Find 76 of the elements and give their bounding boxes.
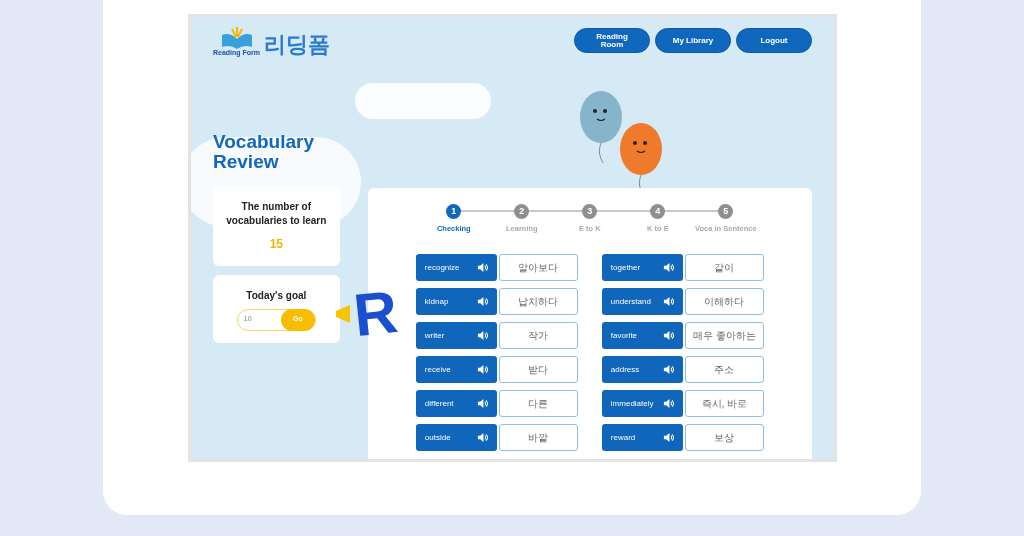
word-text: kidnap [424,295,449,308]
step-number: 4 [650,204,666,219]
word-text: address [610,363,640,376]
logo-title: 리딩폼 [264,34,331,56]
step-number: 2 [514,204,530,219]
meaning-card[interactable]: 즉시, 바로 [684,390,764,418]
word-card[interactable]: recognize [415,254,497,282]
word-text: outside [424,431,451,444]
nav-button[interactable]: Logout [736,28,812,53]
meaning-card[interactable]: 다른 [498,390,578,418]
meaning-card[interactable]: 같이 [684,254,764,282]
word-card[interactable]: writer [415,322,497,350]
speaker-icon[interactable] [476,330,488,342]
word-text: favorite [610,329,638,342]
word-card[interactable]: address [601,356,683,384]
word-card[interactable]: kidnap [415,288,497,316]
word-card[interactable]: immediately [601,390,683,418]
meaning-card[interactable]: 작가 [498,322,578,350]
speaker-icon[interactable] [662,432,674,444]
word-card[interactable]: together [601,254,683,282]
word-card[interactable]: receive [415,356,497,384]
mascot-drawing: R [333,284,397,344]
word-text: immediately [610,397,654,410]
meaning-card[interactable]: 이해하다 [684,288,764,316]
meaning-text: 주소 [714,363,735,378]
meaning-text: 바깥 [528,431,549,446]
meaning-text: 작가 [528,329,549,344]
meaning-card[interactable]: 주소 [684,356,764,384]
meaning-text: 이해하다 [704,295,745,310]
page-title: Vocabulary Review [213,132,316,172]
count-label: The number of vocabularies to learn [225,199,328,228]
step-number: 1 [446,204,462,219]
meaning-text: 매우 좋아하는 [692,329,756,344]
step-number: 5 [718,204,734,219]
meaning-text: 다른 [528,397,549,412]
speaker-icon[interactable] [662,330,674,342]
meaning-card[interactable]: 바깥 [498,424,578,452]
meaning-card[interactable]: 받다 [498,356,578,384]
speaker-icon[interactable] [476,398,488,410]
speaker-icon[interactable] [662,262,674,274]
meaning-text: 알아보다 [518,261,559,276]
meaning-text: 보상 [714,431,735,446]
meaning-card[interactable]: 매우 좋아하는 [684,322,764,350]
word-card[interactable]: understand [601,288,683,316]
speaker-icon[interactable] [662,364,674,376]
word-text: reward [610,431,636,444]
meaning-text: 납치하다 [518,295,559,310]
step-number: 3 [582,204,598,219]
speaker-icon[interactable] [476,432,488,444]
speaker-icon[interactable] [662,296,674,308]
word-text: writer [424,329,445,342]
word-card[interactable]: different [415,390,497,418]
count-value: 15 [269,235,283,253]
meaning-card[interactable]: 납치하다 [498,288,578,316]
meaning-card[interactable]: 알아보다 [498,254,578,282]
word-text: understand [610,295,651,308]
meaning-text: 같이 [714,261,735,276]
word-card[interactable]: reward [601,424,683,452]
speaker-icon[interactable] [476,296,488,308]
meaning-text: 즉시, 바로 [701,397,748,412]
word-card[interactable]: favorite [601,322,683,350]
book-logo-icon [219,27,254,49]
speaker-icon[interactable] [476,364,488,376]
word-text: together [610,261,641,274]
balloon-drawing [579,91,623,163]
nav-button[interactable]: My Library [655,28,731,53]
word-text: receive [424,363,451,376]
word-text: different [424,397,454,410]
speaker-icon[interactable] [662,398,674,410]
goal-label: Today's goal [246,288,307,303]
word-card[interactable]: outside [415,424,497,452]
meaning-card[interactable]: 보상 [684,424,764,452]
meaning-text: 받다 [528,363,549,378]
nav-button[interactable]: Reading Room [574,28,650,53]
word-text: recognize [424,261,460,274]
speaker-icon[interactable] [476,262,488,274]
